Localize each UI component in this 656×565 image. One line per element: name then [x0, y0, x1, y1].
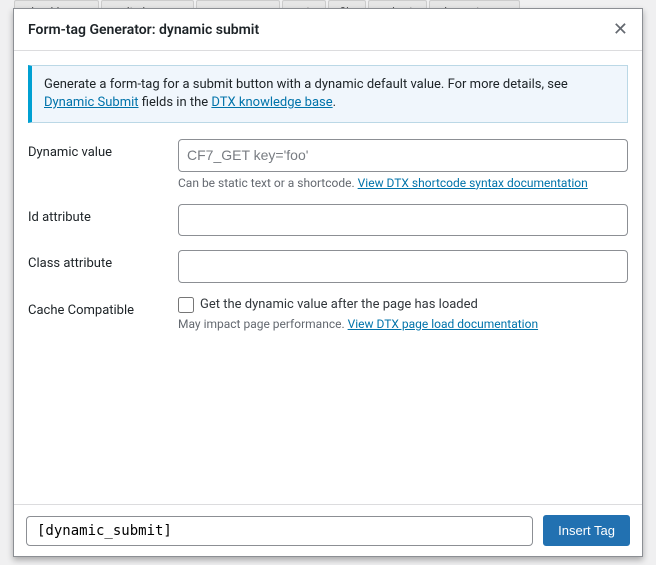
- info-text: Generate a form-tag for a submit button …: [44, 77, 568, 92]
- class-attribute-row: Class attribute: [28, 250, 628, 282]
- id-attribute-label: Id attribute: [28, 204, 178, 225]
- close-icon[interactable]: ✕: [609, 17, 632, 42]
- dynamic-value-row: Dynamic value Can be static text or a sh…: [28, 139, 628, 189]
- modal-title: Form-tag Generator: dynamic submit: [28, 22, 259, 38]
- tag-output-input[interactable]: [26, 516, 533, 546]
- cache-compatible-checkbox[interactable]: [178, 297, 194, 313]
- cache-compatible-row: Cache Compatible Get the dynamic value a…: [28, 297, 628, 331]
- dynamic-value-label: Dynamic value: [28, 139, 178, 160]
- info-box: Generate a form-tag for a submit button …: [28, 65, 628, 123]
- modal-header: Form-tag Generator: dynamic submit ✕: [14, 9, 642, 51]
- shortcode-docs-link[interactable]: View DTX shortcode syntax documentation: [358, 176, 588, 190]
- dtx-kb-link[interactable]: DTX knowledge base: [211, 95, 332, 110]
- modal-body: Generate a form-tag for a submit button …: [14, 51, 642, 504]
- info-text: .: [333, 95, 336, 110]
- page-load-docs-link[interactable]: View DTX page load documentation: [348, 317, 538, 331]
- cache-compatible-label: Cache Compatible: [28, 297, 178, 318]
- insert-tag-button[interactable]: Insert Tag: [543, 515, 630, 546]
- id-attribute-input[interactable]: [178, 204, 628, 236]
- id-attribute-row: Id attribute: [28, 204, 628, 236]
- modal-footer: Insert Tag: [14, 504, 642, 556]
- cache-checkbox-label: Get the dynamic value after the page has…: [200, 297, 478, 312]
- dynamic-value-help: Can be static text or a shortcode. View …: [178, 176, 628, 190]
- dynamic-value-input[interactable]: [178, 139, 628, 171]
- dynamic-submit-link[interactable]: Dynamic Submit: [44, 95, 139, 110]
- info-text: fields in the: [139, 95, 212, 110]
- class-attribute-input[interactable]: [178, 250, 628, 282]
- cache-help: May impact page performance. View DTX pa…: [178, 317, 628, 331]
- form-tag-generator-modal: Form-tag Generator: dynamic submit ✕ Gen…: [13, 8, 643, 557]
- class-attribute-label: Class attribute: [28, 250, 178, 271]
